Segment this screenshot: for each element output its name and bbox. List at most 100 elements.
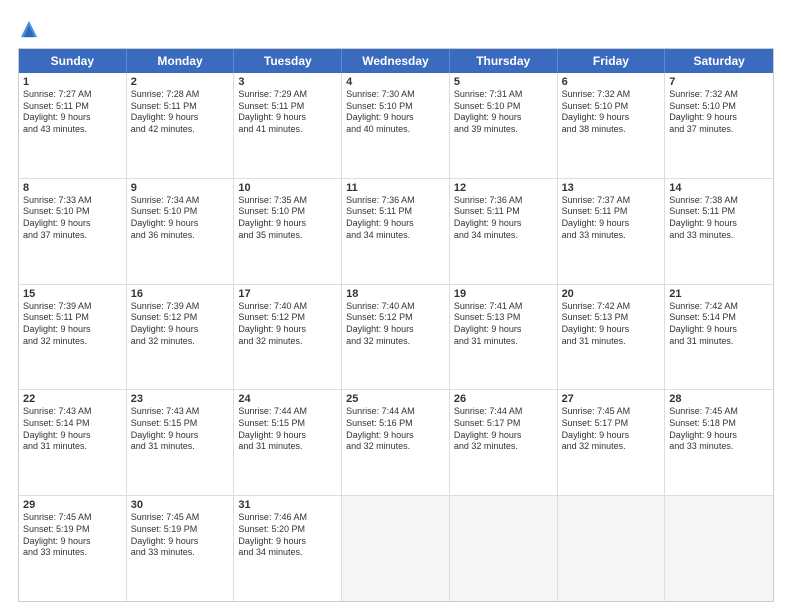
- cell-line-3: and 37 minutes.: [23, 230, 122, 242]
- header-day-tuesday: Tuesday: [234, 49, 342, 73]
- day-cell-25: 25Sunrise: 7:44 AMSunset: 5:16 PMDayligh…: [342, 390, 450, 495]
- cell-line-2: Daylight: 9 hours: [669, 112, 769, 124]
- day-number: 15: [23, 288, 122, 300]
- cell-line-2: Daylight: 9 hours: [131, 536, 230, 548]
- week-row-3: 22Sunrise: 7:43 AMSunset: 5:14 PMDayligh…: [19, 389, 773, 495]
- day-cell-13: 13Sunrise: 7:37 AMSunset: 5:11 PMDayligh…: [558, 179, 666, 284]
- day-number: 14: [669, 182, 769, 194]
- cell-line-3: and 43 minutes.: [23, 124, 122, 136]
- cell-line-2: Daylight: 9 hours: [23, 324, 122, 336]
- cell-line-0: Sunrise: 7:45 AM: [23, 512, 122, 524]
- cell-line-0: Sunrise: 7:46 AM: [238, 512, 337, 524]
- cell-line-2: Daylight: 9 hours: [346, 112, 445, 124]
- day-number: 5: [454, 76, 553, 88]
- cell-line-1: Sunset: 5:10 PM: [238, 206, 337, 218]
- day-number: 11: [346, 182, 445, 194]
- calendar: SundayMondayTuesdayWednesdayThursdayFrid…: [18, 48, 774, 602]
- cell-line-1: Sunset: 5:14 PM: [669, 312, 769, 324]
- empty-cell: [342, 496, 450, 601]
- calendar-body: 1Sunrise: 7:27 AMSunset: 5:11 PMDaylight…: [19, 73, 773, 601]
- cell-line-2: Daylight: 9 hours: [562, 112, 661, 124]
- cell-line-2: Daylight: 9 hours: [238, 430, 337, 442]
- cell-line-1: Sunset: 5:11 PM: [562, 206, 661, 218]
- day-number: 30: [131, 499, 230, 511]
- day-cell-27: 27Sunrise: 7:45 AMSunset: 5:17 PMDayligh…: [558, 390, 666, 495]
- cell-line-1: Sunset: 5:10 PM: [23, 206, 122, 218]
- calendar-header: SundayMondayTuesdayWednesdayThursdayFrid…: [19, 49, 773, 73]
- cell-line-3: and 40 minutes.: [346, 124, 445, 136]
- day-cell-16: 16Sunrise: 7:39 AMSunset: 5:12 PMDayligh…: [127, 285, 235, 390]
- day-number: 23: [131, 393, 230, 405]
- cell-line-1: Sunset: 5:17 PM: [454, 418, 553, 430]
- day-number: 20: [562, 288, 661, 300]
- day-cell-22: 22Sunrise: 7:43 AMSunset: 5:14 PMDayligh…: [19, 390, 127, 495]
- day-cell-1: 1Sunrise: 7:27 AMSunset: 5:11 PMDaylight…: [19, 73, 127, 178]
- cell-line-0: Sunrise: 7:36 AM: [454, 195, 553, 207]
- empty-cell: [665, 496, 773, 601]
- cell-line-1: Sunset: 5:11 PM: [238, 101, 337, 113]
- day-number: 7: [669, 76, 769, 88]
- cell-line-3: and 31 minutes.: [454, 336, 553, 348]
- day-cell-2: 2Sunrise: 7:28 AMSunset: 5:11 PMDaylight…: [127, 73, 235, 178]
- day-number: 31: [238, 499, 337, 511]
- week-row-1: 8Sunrise: 7:33 AMSunset: 5:10 PMDaylight…: [19, 178, 773, 284]
- cell-line-2: Daylight: 9 hours: [131, 430, 230, 442]
- cell-line-1: Sunset: 5:10 PM: [346, 101, 445, 113]
- day-number: 18: [346, 288, 445, 300]
- day-number: 21: [669, 288, 769, 300]
- cell-line-3: and 32 minutes.: [562, 441, 661, 453]
- cell-line-1: Sunset: 5:10 PM: [454, 101, 553, 113]
- cell-line-0: Sunrise: 7:42 AM: [562, 301, 661, 313]
- cell-line-3: and 33 minutes.: [131, 547, 230, 559]
- header-day-saturday: Saturday: [665, 49, 773, 73]
- day-number: 8: [23, 182, 122, 194]
- cell-line-0: Sunrise: 7:34 AM: [131, 195, 230, 207]
- cell-line-2: Daylight: 9 hours: [23, 218, 122, 230]
- cell-line-0: Sunrise: 7:37 AM: [562, 195, 661, 207]
- cell-line-1: Sunset: 5:12 PM: [238, 312, 337, 324]
- day-number: 28: [669, 393, 769, 405]
- day-number: 25: [346, 393, 445, 405]
- day-number: 17: [238, 288, 337, 300]
- header: [18, 18, 774, 40]
- cell-line-1: Sunset: 5:11 PM: [131, 101, 230, 113]
- day-cell-4: 4Sunrise: 7:30 AMSunset: 5:10 PMDaylight…: [342, 73, 450, 178]
- cell-line-1: Sunset: 5:15 PM: [238, 418, 337, 430]
- cell-line-0: Sunrise: 7:45 AM: [669, 406, 769, 418]
- cell-line-1: Sunset: 5:17 PM: [562, 418, 661, 430]
- cell-line-0: Sunrise: 7:38 AM: [669, 195, 769, 207]
- cell-line-0: Sunrise: 7:32 AM: [669, 89, 769, 101]
- day-cell-7: 7Sunrise: 7:32 AMSunset: 5:10 PMDaylight…: [665, 73, 773, 178]
- cell-line-1: Sunset: 5:11 PM: [23, 101, 122, 113]
- cell-line-3: and 39 minutes.: [454, 124, 553, 136]
- cell-line-1: Sunset: 5:13 PM: [454, 312, 553, 324]
- day-number: 16: [131, 288, 230, 300]
- cell-line-2: Daylight: 9 hours: [238, 218, 337, 230]
- cell-line-0: Sunrise: 7:44 AM: [454, 406, 553, 418]
- day-number: 24: [238, 393, 337, 405]
- cell-line-2: Daylight: 9 hours: [23, 430, 122, 442]
- cell-line-2: Daylight: 9 hours: [131, 112, 230, 124]
- cell-line-3: and 34 minutes.: [454, 230, 553, 242]
- cell-line-1: Sunset: 5:10 PM: [669, 101, 769, 113]
- cell-line-0: Sunrise: 7:27 AM: [23, 89, 122, 101]
- cell-line-1: Sunset: 5:12 PM: [346, 312, 445, 324]
- cell-line-3: and 32 minutes.: [346, 336, 445, 348]
- cell-line-1: Sunset: 5:10 PM: [562, 101, 661, 113]
- cell-line-0: Sunrise: 7:44 AM: [346, 406, 445, 418]
- cell-line-0: Sunrise: 7:43 AM: [131, 406, 230, 418]
- day-number: 1: [23, 76, 122, 88]
- day-cell-15: 15Sunrise: 7:39 AMSunset: 5:11 PMDayligh…: [19, 285, 127, 390]
- cell-line-3: and 33 minutes.: [669, 230, 769, 242]
- day-number: 4: [346, 76, 445, 88]
- day-cell-12: 12Sunrise: 7:36 AMSunset: 5:11 PMDayligh…: [450, 179, 558, 284]
- cell-line-1: Sunset: 5:10 PM: [131, 206, 230, 218]
- day-number: 12: [454, 182, 553, 194]
- cell-line-2: Daylight: 9 hours: [669, 218, 769, 230]
- cell-line-2: Daylight: 9 hours: [669, 324, 769, 336]
- cell-line-3: and 37 minutes.: [669, 124, 769, 136]
- cell-line-2: Daylight: 9 hours: [346, 324, 445, 336]
- week-row-2: 15Sunrise: 7:39 AMSunset: 5:11 PMDayligh…: [19, 284, 773, 390]
- cell-line-2: Daylight: 9 hours: [131, 324, 230, 336]
- cell-line-2: Daylight: 9 hours: [562, 218, 661, 230]
